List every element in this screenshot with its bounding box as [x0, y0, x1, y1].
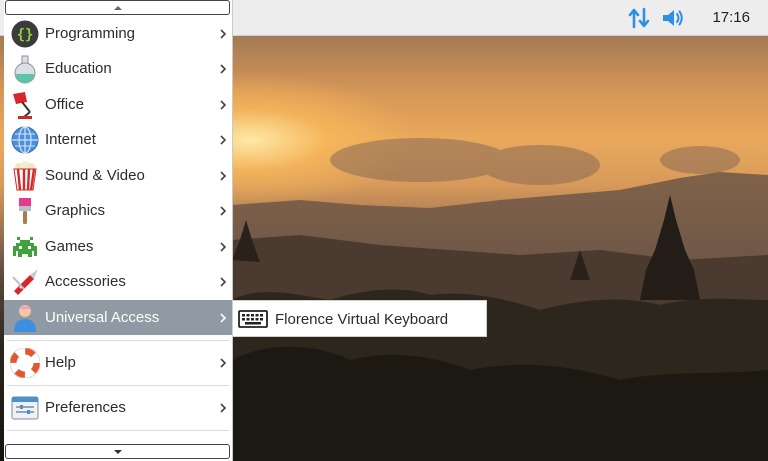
chevron-right-icon: [220, 99, 227, 110]
chevron-right-icon: [220, 241, 227, 252]
universal-access-submenu: Florence Virtual Keyboard: [232, 300, 487, 337]
network-arrows-icon[interactable]: [626, 5, 652, 31]
menu-item-graphics[interactable]: Graphics: [4, 193, 232, 228]
submenu-item-florence-keyboard[interactable]: Florence Virtual Keyboard: [233, 302, 486, 336]
chevron-right-icon: [220, 312, 227, 323]
chevron-right-icon: [220, 276, 227, 287]
menu-item-accessories[interactable]: Accessories: [4, 264, 232, 299]
menu-item-preferences[interactable]: Preferences: [4, 390, 232, 425]
universal-access-person-icon: [14, 304, 36, 332]
programming-icon: {}: [11, 20, 39, 47]
menu-scroll-up-button[interactable]: [5, 0, 230, 15]
menu-item-sound-video[interactable]: Sound & Video: [4, 158, 232, 193]
menu-item-games[interactable]: Games: [4, 229, 232, 264]
internet-globe-icon: [11, 125, 39, 154]
menu-item-universal-access[interactable]: Universal Access: [4, 300, 232, 335]
clock[interactable]: 17:16: [712, 9, 750, 26]
graphics-paintbrush-icon: [19, 197, 31, 224]
chevron-right-icon: [220, 28, 227, 39]
menu-item-education[interactable]: Education: [4, 51, 232, 86]
menu-scroll-down-button[interactable]: [5, 444, 230, 459]
menu-separator: [7, 430, 229, 431]
system-tray: 17:16: [618, 0, 750, 35]
sound-video-popcorn-icon: [13, 160, 37, 190]
chevron-right-icon: [220, 205, 227, 216]
education-flask-icon: [14, 55, 36, 83]
menu-separator: [7, 385, 229, 386]
menu-item-office[interactable]: Office: [4, 87, 232, 122]
keyboard-icon: [238, 310, 268, 328]
arrow-up-icon: [113, 5, 122, 10]
office-lamp-icon: [13, 91, 32, 119]
chevron-right-icon: [220, 357, 227, 368]
games-invader-icon: [13, 236, 37, 257]
applications-menu: {} Programming Education Office Internet…: [4, 0, 233, 461]
help-lifebuoy-icon: [10, 347, 40, 378]
chevron-right-icon: [220, 402, 227, 413]
accessories-knife-icon: [12, 268, 38, 295]
chevron-right-icon: [220, 170, 227, 181]
menu-item-internet[interactable]: Internet: [4, 122, 232, 157]
menu-item-programming[interactable]: {} Programming: [4, 16, 232, 51]
svg-text:{}: {}: [17, 27, 34, 43]
menu-item-help[interactable]: Help: [4, 345, 232, 380]
volume-icon[interactable]: [660, 5, 686, 31]
chevron-right-icon: [220, 134, 227, 145]
preferences-panel-icon: [11, 396, 39, 419]
menu-separator: [7, 340, 229, 341]
chevron-right-icon: [220, 63, 227, 74]
arrow-down-icon: [113, 449, 122, 454]
